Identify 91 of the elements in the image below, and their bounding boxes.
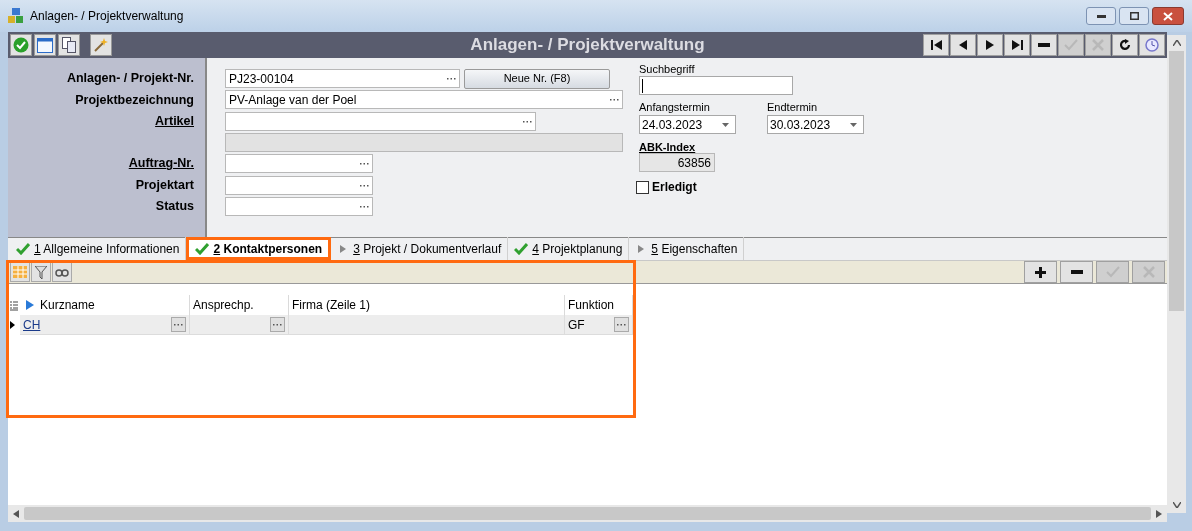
vertical-scrollbar[interactable] xyxy=(1167,35,1186,513)
minus-icon xyxy=(1070,270,1083,274)
filter-button[interactable] xyxy=(31,262,51,282)
refresh-icon xyxy=(1119,39,1131,51)
date-dropdown[interactable]: 30.03.2023 xyxy=(767,115,864,134)
ellipsis-icon xyxy=(523,119,532,123)
field-label-link[interactable]: Auftrag-Nr. xyxy=(128,154,194,174)
checkbox[interactable] xyxy=(636,180,649,194)
field-label: Projektart xyxy=(135,176,194,194)
lookup-field[interactable] xyxy=(225,175,373,195)
tab[interactable]: 4 Projektplanung xyxy=(508,237,630,260)
ellipsis-icon xyxy=(360,183,369,187)
maximize-icon xyxy=(1129,12,1139,20)
horizontal-scrollbar[interactable] xyxy=(8,505,1167,522)
field-label: Projektbezeichnung xyxy=(75,91,194,109)
plus-icon xyxy=(1035,266,1046,278)
table-cell[interactable] xyxy=(289,315,565,335)
date-dropdown[interactable]: 24.03.2023 xyxy=(639,115,736,134)
toolbar-button[interactable] xyxy=(1024,261,1057,283)
field-label-link[interactable]: Artikel xyxy=(155,111,194,131)
lookup-field[interactable]: PV-Anlage van der Poel xyxy=(225,90,623,110)
close-button[interactable] xyxy=(1152,7,1184,25)
save-button[interactable] xyxy=(10,34,32,56)
toolbar-button[interactable] xyxy=(1031,34,1057,56)
funnel-icon xyxy=(35,265,47,279)
sort-triangle-icon xyxy=(26,300,34,310)
triangle-right-icon xyxy=(986,40,994,50)
maximize-button[interactable] xyxy=(1119,7,1149,25)
caret-down-icon xyxy=(722,122,729,127)
table-icon xyxy=(13,266,27,278)
arrow-up-icon xyxy=(1172,40,1181,46)
ellipsis-icon xyxy=(447,77,456,81)
window-title: Anlagen- / Projektverwaltung xyxy=(30,8,184,25)
close-icon xyxy=(1163,11,1173,21)
table-cell[interactable]: GF xyxy=(565,315,633,335)
header-title: Anlagen- / Projektverwaltung xyxy=(469,34,706,57)
ellipsis-icon xyxy=(360,204,369,208)
ellipsis-icon xyxy=(360,162,369,166)
minimize-icon xyxy=(1096,14,1106,18)
field-label: Suchbegriff xyxy=(639,62,696,76)
ellipsis-icon xyxy=(273,323,282,326)
copy-button[interactable] xyxy=(58,34,80,56)
tab[interactable]: 2 Kontaktpersonen xyxy=(186,237,332,260)
check-circle-icon xyxy=(13,37,29,53)
column-chooser-icon xyxy=(10,301,18,311)
skip-last-icon xyxy=(1011,40,1023,50)
lookup-field[interactable] xyxy=(225,196,373,216)
ellipsis-icon xyxy=(610,98,619,102)
text-cursor xyxy=(642,78,643,93)
ellipsis-icon xyxy=(617,323,626,326)
minus-icon xyxy=(1038,43,1050,47)
checkbox-label: Erledigt xyxy=(652,179,697,196)
toolbar-button[interactable] xyxy=(1060,261,1093,283)
skip-first-icon xyxy=(930,40,942,50)
field-label-link[interactable]: ABK-Index xyxy=(639,139,864,153)
binoculars-icon xyxy=(55,267,69,277)
search-button[interactable] xyxy=(52,262,72,282)
documents-icon xyxy=(62,37,76,53)
ellipsis-icon xyxy=(174,323,183,326)
field-label: Anlagen- / Projekt-Nr. xyxy=(66,70,194,88)
lookup-field[interactable] xyxy=(225,154,373,174)
toolbar-button[interactable] xyxy=(977,34,1003,56)
caret-down-icon xyxy=(850,122,857,127)
table-cell[interactable] xyxy=(190,315,289,335)
lookup-field[interactable] xyxy=(225,111,536,131)
tab[interactable]: 5 Eigenschaften xyxy=(629,237,745,260)
arrow-right-icon xyxy=(1156,509,1162,518)
toolbar-button[interactable] xyxy=(1004,34,1030,56)
field-label: Anfangstermin xyxy=(639,100,711,115)
toolbar-button[interactable] xyxy=(950,34,976,56)
arrow-down-icon xyxy=(1172,502,1181,508)
tab[interactable]: 3 Projekt / Dokumentverlauf xyxy=(331,237,509,260)
triangle-left-icon xyxy=(959,40,967,50)
minimize-button[interactable] xyxy=(1086,7,1116,25)
new-number-button[interactable]: Neue Nr. (F8) xyxy=(464,68,610,89)
lookup-field[interactable]: PJ23-00104 xyxy=(225,69,460,89)
field-label: Status xyxy=(155,198,194,216)
wizard-button[interactable] xyxy=(90,34,112,56)
table-cell[interactable]: CH xyxy=(20,315,190,335)
grid-button[interactable] xyxy=(10,262,30,282)
field-label: Endtermin xyxy=(767,100,819,115)
search-field[interactable] xyxy=(639,76,793,95)
window-icon xyxy=(37,37,53,53)
cubes-icon xyxy=(8,8,24,24)
window-button[interactable] xyxy=(34,34,56,56)
arrow-left-icon xyxy=(13,509,19,518)
toolbar-button[interactable] xyxy=(923,34,949,56)
toolbar-button[interactable] xyxy=(1112,34,1138,56)
index-field: 63856 xyxy=(639,153,715,172)
clock-icon xyxy=(1145,38,1159,52)
magic-wand-icon xyxy=(93,37,109,53)
